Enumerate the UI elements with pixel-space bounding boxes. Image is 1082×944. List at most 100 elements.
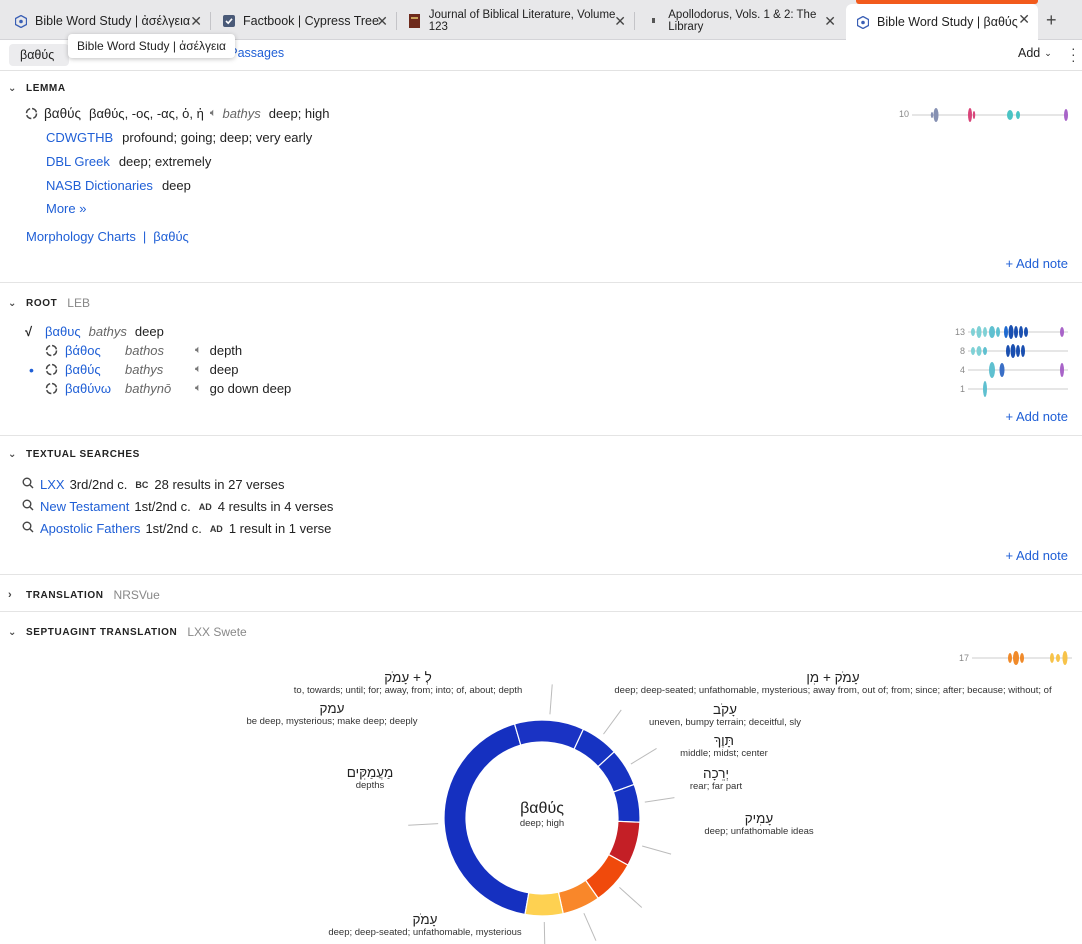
slice-label[interactable]: עָמֹק deep; deep-seated; unfathomable, m… <box>300 912 550 938</box>
root-frequency-sparklines[interactable] <box>968 322 1072 398</box>
lemma-icon <box>45 382 65 395</box>
slice-leader-line <box>549 684 553 715</box>
close-icon[interactable]: ✕ <box>614 13 626 30</box>
tab-journal[interactable]: Journal of Biblical Literature, Volume 1… <box>398 6 634 36</box>
definition-source-link[interactable]: DBL Greek <box>46 154 110 169</box>
close-icon[interactable]: ✕ <box>190 13 202 30</box>
lemma-headword-row: βαθύς βαθύς, -ος, -ας, ὁ, ἡ 🔈︎ bathys de… <box>25 106 330 121</box>
search-results-link[interactable]: 4 results in 4 verses <box>218 499 334 514</box>
root-section-header[interactable]: ⌄ ROOT LEB <box>8 296 90 310</box>
definition-source-link[interactable]: CDWGTHB <box>46 130 113 145</box>
root-row: √ βαθυς bathys deep <box>25 324 164 339</box>
speaker-icon[interactable]: 🔈︎ <box>195 344 202 357</box>
more-options-icon[interactable]: · · · <box>1071 41 1076 67</box>
morphology-word-link[interactable]: βαθύς <box>153 229 189 244</box>
lemma-frequency-sparkline[interactable] <box>912 105 1072 125</box>
tab-factbook[interactable]: Factbook | Cypress Tree ✕ <box>212 6 396 36</box>
lemma-icon <box>45 344 65 357</box>
book-icon <box>648 15 660 28</box>
tab-tooltip: Bible Word Study | ἀσέλγεια <box>68 34 235 58</box>
tab-apollodorus[interactable]: Apollodorus, Vols. 1 & 2: The Library ✕ <box>638 6 844 36</box>
more-link[interactable]: More » <box>46 201 86 216</box>
textual-search-row: LXX 3rd/2nd c. BC 28 results in 27 verse… <box>22 477 284 492</box>
new-tab-button[interactable]: + <box>1046 10 1057 31</box>
root-word-link[interactable]: βαθύς <box>65 362 125 377</box>
search-icon <box>22 477 34 492</box>
lemma-headword: βαθύς <box>44 106 81 121</box>
slice-leader-line <box>619 887 643 908</box>
textual-searches-header[interactable]: ⌄ TEXTUAL SEARCHES <box>8 449 140 460</box>
active-tab-indicator <box>856 0 1038 4</box>
search-results-link[interactable]: 1 result in 1 verse <box>229 521 332 536</box>
slice-leader-line <box>642 845 672 855</box>
chevron-right-icon: › <box>8 589 13 601</box>
donut-slice[interactable] <box>612 783 641 823</box>
lemma-forms: βαθύς, -ος, -ας, ὁ, ἡ <box>88 106 204 121</box>
word-study-icon <box>14 14 27 28</box>
definition-row: DBL Greek deep; extremely <box>46 154 212 169</box>
search-icon <box>22 521 34 536</box>
lemma-icon <box>45 363 65 376</box>
tab-word-study-bathys[interactable]: Bible Word Study | βαθύς ✕ <box>846 4 1038 40</box>
slice-label[interactable]: לְ + עָמֹק to, towards; until; for; away… <box>266 670 550 696</box>
word-study-icon <box>856 15 869 29</box>
slice-label[interactable]: עָמִיק deep; unfathomable ideas <box>696 811 822 837</box>
slice-label[interactable]: עָמֹק + מִן deep; deep-seated; unfathoma… <box>610 670 1056 696</box>
slice-label[interactable]: תָּוֶךְ middle; midst; center <box>664 733 784 759</box>
slice-label[interactable]: יְרֵכָה rear; far part <box>676 766 756 792</box>
slice-leader-line <box>603 709 622 735</box>
corpus-link[interactable]: New Testament <box>40 499 129 514</box>
add-note-link[interactable]: + Add note <box>1005 409 1068 424</box>
root-child-row: βαθύς bathys 🔈︎ deep <box>45 362 239 377</box>
root-child-row: βάθος bathos 🔈︎ depth <box>45 343 242 358</box>
speaker-icon[interactable]: 🔈︎ <box>195 382 202 395</box>
lemma-icon <box>25 107 38 120</box>
lemma-gloss: deep; high <box>268 106 330 121</box>
slice-label[interactable]: עמק be deep, mysterious; make deep; deep… <box>232 701 432 727</box>
root-word-link[interactable]: βάθος <box>65 343 125 358</box>
chevron-down-icon: ⌄ <box>1044 47 1052 58</box>
root-frequency-count: 13 <box>955 327 966 337</box>
factbook-icon <box>222 15 235 28</box>
lemma-transliteration: bathys <box>222 106 261 121</box>
slice-label[interactable]: עָקֹב uneven, bumpy terrain; deceitful, … <box>640 702 810 728</box>
search-results-link[interactable]: 28 results in 27 verses <box>154 477 284 492</box>
root-icon: √ <box>25 324 33 339</box>
root-frequency-count: 4 <box>960 365 966 375</box>
textual-search-row: Apostolic Fathers 1st/2nd c. AD 1 result… <box>22 521 331 536</box>
corpus-link[interactable]: LXX <box>40 477 65 492</box>
close-icon[interactable]: ✕ <box>1018 11 1030 28</box>
definition-row: NASB Dictionaries deep <box>46 178 191 193</box>
book-icon <box>408 14 421 28</box>
slice-label[interactable]: מַעֲמַקִּים depths <box>320 765 420 791</box>
slice-leader-line <box>583 912 597 941</box>
close-icon[interactable]: ✕ <box>376 13 388 30</box>
textual-search-row: New Testament 1st/2nd c. AD 4 results in… <box>22 499 333 514</box>
lemma-section-header[interactable]: ⌄ LEMMA <box>8 83 66 94</box>
root-word-link[interactable]: βαθυς <box>45 324 81 339</box>
root-frequency-count: 8 <box>960 346 966 356</box>
corpus-link[interactable]: Apostolic Fathers <box>40 521 140 536</box>
root-frequency-count: 1 <box>960 384 966 394</box>
slice-leader-line <box>630 748 657 765</box>
definition-source-link[interactable]: NASB Dictionaries <box>46 178 153 193</box>
translation-section-header[interactable]: › TRANSLATION NRSVue <box>8 588 160 602</box>
speaker-icon[interactable]: 🔈︎ <box>195 363 202 376</box>
close-icon[interactable]: ✕ <box>824 13 836 30</box>
add-menu-button[interactable]: Add ⌄ <box>1018 46 1052 60</box>
chevron-down-icon: ⌄ <box>8 83 17 94</box>
morphology-charts-row: Morphology Charts | βαθύς <box>26 229 189 244</box>
speaker-icon[interactable]: 🔈︎ <box>210 107 217 120</box>
tab-word-study-aselgeia[interactable]: Bible Word Study | ἀσέλγεια ✕ <box>4 6 210 36</box>
donut-slice[interactable] <box>513 719 585 750</box>
septuagint-section-header[interactable]: ⌄ SEPTUAGINT TRANSLATION LXX Swete <box>8 625 247 639</box>
root-child-row: βαθύνω bathynō 🔈︎ go down deep <box>45 381 291 396</box>
root-word-link[interactable]: βαθύνω <box>65 381 125 396</box>
search-input[interactable]: βαθύς <box>9 44 69 66</box>
add-note-link[interactable]: + Add note <box>1005 548 1068 563</box>
lemma-frequency-count: 10 <box>899 109 910 119</box>
slice-leader-line <box>408 823 439 826</box>
slice-leader-line <box>644 797 675 803</box>
add-note-link[interactable]: + Add note <box>1005 256 1068 271</box>
morphology-charts-link[interactable]: Morphology Charts <box>26 229 136 244</box>
